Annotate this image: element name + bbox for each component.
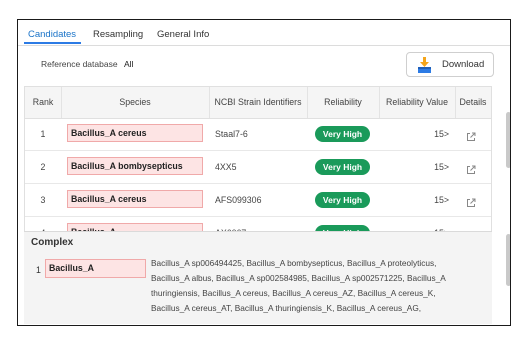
table-header: Rank Species NCBI Strain Identifiers Rel… — [25, 87, 491, 119]
reliability-value: 15> — [434, 129, 449, 139]
header-species: Species — [119, 97, 151, 107]
complex-rank: 1 — [36, 265, 41, 275]
header-reliability: Reliability — [324, 97, 362, 107]
column-divider — [209, 87, 210, 118]
candidates-panel: Candidates Resampling General Info Refer… — [17, 19, 511, 326]
species-cell: Bacillus_A bombysepticus — [67, 157, 203, 175]
complex-members-line: Bacillus_A albus, Bacillus_A sp002584985… — [151, 273, 446, 283]
table-row[interactable]: 1 Bacillus_A cereus Staal7-6 Very High 1… — [25, 118, 491, 151]
reference-database: Reference database All — [41, 59, 133, 69]
complex-panel: Complex 1 Bacillus_A Bacillus_A sp006494… — [24, 231, 492, 324]
table-row[interactable]: 3 Bacillus_A cereus AFS099306 Very High … — [25, 184, 491, 217]
candidates-table: Rank Species NCBI Strain Identifiers Rel… — [24, 86, 492, 234]
download-button[interactable]: Download — [406, 52, 494, 77]
complex-members-line: Bacillus_A sp006494425, Bacillus_A bomby… — [151, 258, 437, 268]
complex-members-line: thuringiensis, Bacillus_A cereus, Bacill… — [151, 288, 436, 298]
complex-title: Complex — [31, 237, 74, 248]
reliability-value: 15> — [434, 195, 449, 205]
column-divider — [61, 87, 62, 118]
active-tab-indicator — [24, 42, 81, 44]
column-divider — [455, 87, 456, 118]
tab-general-info[interactable]: General Info — [157, 29, 209, 40]
strain-id: Staal7-6 — [215, 129, 248, 139]
complex-members: Bacillus_A sp006494425, Bacillus_A bomby… — [151, 256, 487, 316]
row-rank: 3 — [40, 195, 46, 205]
complex-members-line: Bacillus_A cereus_AT, Bacillus_A thuring… — [151, 303, 422, 313]
complex-name: Bacillus_A — [45, 259, 146, 278]
reliability-badge: Very High — [315, 159, 370, 175]
row-rank: 1 — [40, 129, 46, 139]
tab-candidates[interactable]: Candidates — [28, 29, 76, 40]
complex-scrollbar[interactable] — [506, 234, 510, 286]
column-divider — [307, 87, 308, 118]
column-divider — [379, 87, 380, 118]
external-link-icon[interactable] — [466, 195, 476, 207]
strain-id: AFS099306 — [215, 195, 262, 205]
tab-bar: Candidates Resampling General Info — [18, 20, 510, 46]
species-cell: Bacillus_A cereus — [67, 190, 203, 208]
reliability-badge: Very High — [315, 192, 370, 208]
strain-id: 4XX5 — [215, 162, 237, 172]
row-rank: 2 — [40, 162, 46, 172]
external-link-icon[interactable] — [466, 162, 476, 174]
reliability-badge: Very High — [315, 126, 370, 142]
external-link-icon[interactable] — [466, 129, 476, 141]
header-details: Details — [459, 97, 487, 107]
reference-database-label: Reference database — [41, 59, 118, 69]
tab-resampling[interactable]: Resampling — [93, 29, 143, 40]
table-scrollbar[interactable] — [506, 112, 510, 168]
download-icon — [418, 56, 431, 73]
reference-database-value: All — [123, 59, 134, 69]
download-label: Download — [442, 59, 485, 70]
header-strain: NCBI Strain Identifiers — [214, 97, 302, 107]
reliability-value: 15> — [434, 162, 449, 172]
header-reliability-value: Reliability Value — [386, 97, 448, 107]
header-rank: Rank — [32, 97, 54, 107]
species-cell: Bacillus_A cereus — [67, 124, 203, 142]
table-row[interactable]: 2 Bacillus_A bombysepticus 4XX5 Very Hig… — [25, 151, 491, 184]
